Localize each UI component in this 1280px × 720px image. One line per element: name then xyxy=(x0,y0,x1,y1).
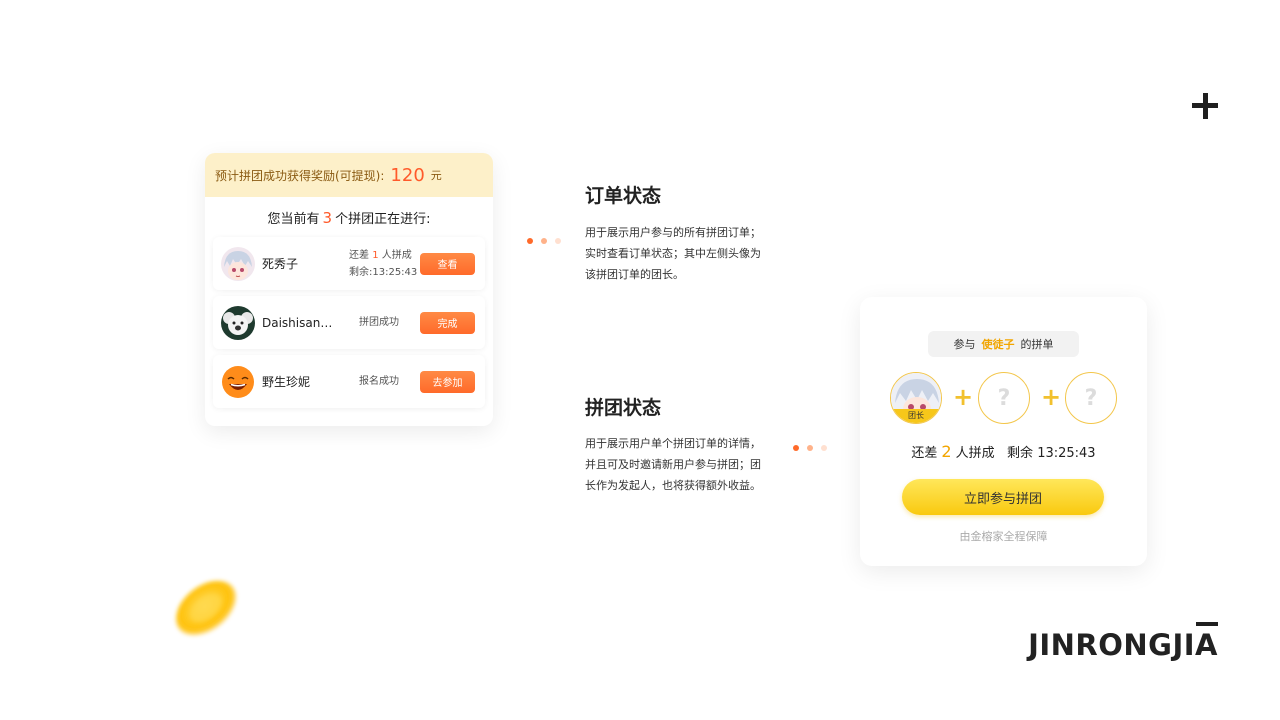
leader-slot: 团长 xyxy=(890,372,942,424)
reward-banner: 预计拼团成功获得奖励(可提现): 120 元 xyxy=(205,153,493,197)
remain-info: 还差 2 人拼成 剩余 13:25:43 xyxy=(860,442,1147,461)
row-name: 野生珍妮 xyxy=(262,375,311,389)
group-status-title: 拼团状态 xyxy=(585,397,662,419)
empty-slot[interactable]: ? xyxy=(978,372,1030,424)
leader-tag: 团长 xyxy=(891,409,941,423)
order-status-title: 订单状态 xyxy=(585,185,662,207)
complete-button[interactable]: 完成 xyxy=(420,311,475,334)
orange-avatar-icon xyxy=(221,364,255,399)
order-row: Daishisan… 拼团成功 完成 xyxy=(213,296,485,349)
ongoing-summary: 您当前有 3 个拼团正在进行: xyxy=(205,208,493,227)
guarantee-text: 由金榕家全程保障 xyxy=(959,530,1048,543)
brand-bar xyxy=(1196,622,1218,626)
ongoing-suffix: 个拼团正在进行: xyxy=(335,212,431,227)
question-icon: ? xyxy=(1084,385,1098,411)
group-detail-card: 参与 使徒子 的拼单 团长 + ? + ? 还差 2 人拼成 剩余 13:25:43 立… xyxy=(860,297,1147,566)
order-status-desc: 用于展示用户参与的所有拼团订单；实时查看订单状态；其中左侧头像为该拼团订单的团长… xyxy=(585,226,761,281)
row-status: 报名成功 xyxy=(359,376,399,387)
ongoing-count: 3 xyxy=(322,209,333,227)
row-name: 死秀子 xyxy=(262,257,299,271)
remain-time: 13:25:43 xyxy=(1037,446,1096,461)
plus-icon: + xyxy=(1041,383,1062,411)
remain-count: 2 xyxy=(941,442,952,461)
status-prefix: 还差 xyxy=(349,249,369,261)
reward-label: 预计拼团成功获得奖励(可提现): xyxy=(215,168,385,183)
join-prefix: 参与 xyxy=(953,338,976,351)
join-suffix: 的拼单 xyxy=(1020,338,1054,351)
plus-icon: + xyxy=(953,383,974,411)
status-count: 1 xyxy=(372,249,379,261)
dots-decoration xyxy=(793,445,827,451)
remain-time-label: 剩余 xyxy=(1007,446,1034,461)
gold-coin-icon xyxy=(175,580,237,636)
koala-avatar-icon xyxy=(221,305,255,340)
brand-logo: JINRONGJIA xyxy=(1028,628,1218,662)
anime-avatar-icon xyxy=(221,246,255,281)
order-row: 死秀子 还差 1 人拼成 剩余:13:25:43 查看 xyxy=(213,237,485,290)
group-status-desc: 用于展示用户单个拼团订单的详情，并且可及时邀请新用户参与拼团；团长作为发起人，也… xyxy=(585,437,761,492)
remain-suffix: 人拼成 xyxy=(955,446,995,461)
status-time: 剩余:13:25:43 xyxy=(349,266,418,278)
row-status: 还差 1 人拼成 剩余:13:25:43 xyxy=(349,247,417,281)
join-group-button[interactable]: 立即参与拼团 xyxy=(902,479,1104,515)
reward-amount: 120 xyxy=(390,164,425,186)
join-order-label: 参与 使徒子 的拼单 xyxy=(928,331,1079,357)
order-list-card: 预计拼团成功获得奖励(可提现): 120 元 您当前有 3 个拼团正在进行: 死秀子… xyxy=(205,153,493,426)
join-button[interactable]: 去参加 xyxy=(420,370,475,393)
remain-prefix: 还差 xyxy=(911,446,938,461)
view-button[interactable]: 查看 xyxy=(420,252,475,275)
plus-decoration-icon xyxy=(1192,93,1218,119)
status-suffix: 人拼成 xyxy=(381,249,412,261)
row-name: Daishisan… xyxy=(262,315,333,330)
ongoing-prefix: 您当前有 xyxy=(267,212,320,227)
order-row: 野生珍妮 报名成功 去参加 xyxy=(213,355,485,408)
empty-slot[interactable]: ? xyxy=(1065,372,1117,424)
dots-decoration xyxy=(527,238,561,244)
question-icon: ? xyxy=(997,385,1011,411)
reward-unit: 元 xyxy=(430,169,442,182)
leader-name: 使徒子 xyxy=(981,338,1015,351)
row-status: 拼团成功 xyxy=(359,317,399,328)
